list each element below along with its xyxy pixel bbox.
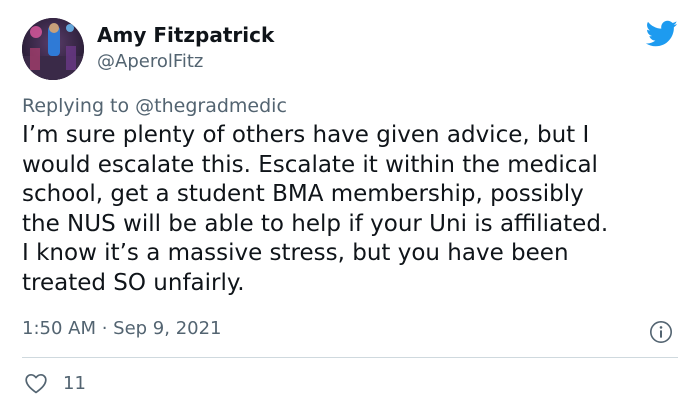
tweet-timestamp[interactable]: 1:50 AM · Sep 9, 2021 [22, 318, 222, 339]
like-count: 11 [63, 372, 86, 394]
tweet-line: treated SO unfairly. [22, 269, 245, 296]
profile-photo-icon [22, 18, 84, 80]
reply-mention-link[interactable]: @thegradmedic [135, 95, 287, 117]
tweet-card: Amy Fitzpatrick @AperolFitz Replying to … [0, 0, 700, 410]
avatar[interactable] [22, 18, 84, 80]
tweet-line: the NUS will be able to help if your Uni… [22, 210, 609, 237]
author-handle[interactable]: @AperolFitz [97, 51, 203, 72]
replying-to-line: Replying to @thegradmedic [22, 95, 287, 117]
like-button[interactable]: 11 [24, 370, 86, 396]
author-display-name[interactable]: Amy Fitzpatrick [97, 23, 274, 47]
tweet-line: school, get a student BMA membership, po… [22, 181, 584, 208]
twitter-bird-icon[interactable] [646, 20, 678, 48]
tweet-body: I’m sure plenty of others have given adv… [22, 121, 694, 299]
tweet-line: would escalate this. Escalate it within … [22, 151, 598, 178]
tweet-line: I’m sure plenty of others have given adv… [22, 122, 590, 148]
tweet-line: I know it’s a massive stress, but you ha… [22, 240, 569, 267]
info-icon[interactable] [649, 320, 673, 344]
heart-icon[interactable] [24, 372, 48, 394]
divider [22, 357, 678, 358]
replying-to-prefix: Replying to [22, 95, 136, 117]
